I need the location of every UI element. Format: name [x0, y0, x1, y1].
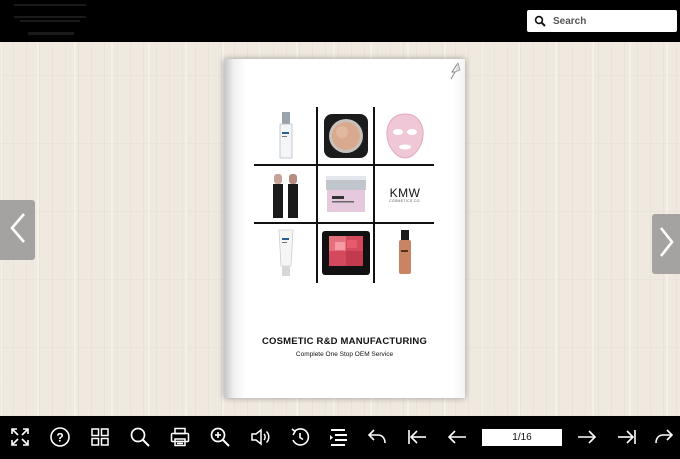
share-icon: [367, 429, 386, 444]
autoplay-icon: [291, 428, 310, 446]
product-grid: KMW COSMETICS CO.: [254, 107, 434, 283]
print-button[interactable]: [168, 425, 192, 449]
first-page-icon: [408, 430, 426, 444]
thumbnails-icon: [91, 428, 109, 446]
thumbnails-button[interactable]: [88, 425, 112, 449]
sunscreen-tube: [256, 224, 316, 282]
table-of-contents-button[interactable]: [327, 425, 351, 449]
previous-page-icon: [447, 430, 466, 444]
help-icon: ?: [50, 427, 70, 447]
lipsticks: [256, 166, 316, 224]
brand-logo-text: KMW COSMETICS CO.: [389, 185, 421, 203]
svg-text:?: ?: [56, 431, 63, 445]
search-icon: [130, 427, 150, 447]
previous-page-button[interactable]: [0, 200, 35, 260]
autoplay-button[interactable]: [288, 425, 312, 449]
forward-button[interactable]: [652, 425, 676, 449]
search-box[interactable]: [527, 10, 677, 32]
foundation-bottle: [375, 224, 435, 282]
forward-icon: [655, 429, 674, 444]
brand-logo: KMW COSMETICS CO.: [375, 166, 435, 224]
next-page-icon: [578, 430, 597, 444]
fullscreen-button[interactable]: [8, 425, 32, 449]
first-page-button[interactable]: [405, 425, 429, 449]
company-logo[interactable]: [14, 2, 88, 38]
search-icon[interactable]: [527, 10, 553, 32]
cover-title: COSMETIC R&D MANUFACTURING: [261, 336, 428, 347]
zoom-in-button[interactable]: [208, 425, 232, 449]
sound-button[interactable]: [248, 425, 272, 449]
book-page[interactable]: KMW COSMETICS CO. COSMETIC R&D MANUFACTU…: [224, 59, 465, 398]
chevron-right-icon: [657, 225, 675, 264]
cover-subtitle: Complete One Stop OEM Service: [295, 351, 394, 358]
compact-powder: [316, 107, 376, 165]
book-stage: KMW COSMETICS CO. COSMETIC R&D MANUFACTU…: [0, 42, 680, 416]
print-icon: [170, 427, 190, 447]
last-page-button[interactable]: [615, 425, 639, 449]
table-of-contents-icon: [330, 429, 347, 446]
page-number-input[interactable]: [482, 429, 562, 446]
sheet-mask: [375, 107, 435, 165]
next-page-button[interactable]: [652, 214, 680, 274]
fullscreen-icon: [11, 428, 29, 446]
last-page-icon: [618, 430, 636, 444]
blush-palette: [316, 224, 376, 282]
serum-bottle: [256, 107, 316, 165]
help-button[interactable]: ?: [48, 425, 72, 449]
bottom-toolbar: ?: [0, 416, 680, 459]
share-button[interactable]: [365, 425, 389, 449]
page-curl-icon[interactable]: [449, 62, 461, 85]
next-page-toolbar-button[interactable]: [575, 425, 599, 449]
search-input[interactable]: [553, 11, 671, 31]
previous-page-toolbar-button[interactable]: [445, 425, 469, 449]
sound-icon: [251, 428, 270, 446]
zoom-in-icon: [210, 427, 230, 447]
top-bar: [0, 0, 680, 42]
search-button[interactable]: [128, 425, 152, 449]
cream-jar: [316, 166, 376, 224]
chevron-left-icon: [8, 211, 28, 250]
